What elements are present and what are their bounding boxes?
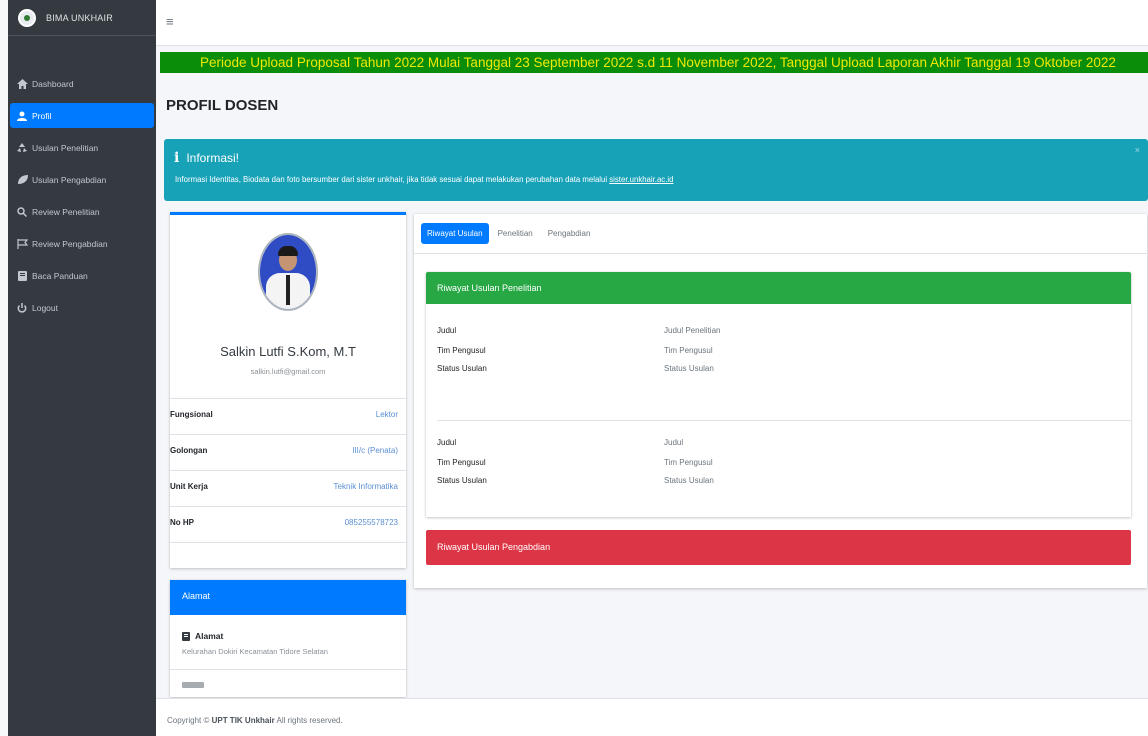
close-icon[interactable]: ×	[1135, 145, 1140, 155]
brand-name: BIMA UNKHAIR	[46, 12, 113, 23]
field-label: Status Usulan	[437, 364, 487, 373]
footer-owner[interactable]: UPT TIK Unkhair	[212, 716, 275, 725]
profile-email: salkin.lutfi@gmail.com	[250, 367, 326, 376]
sidebar-item-logout[interactable]: Logout	[10, 295, 154, 320]
riwayat-tabs-card: Riwayat Usulan Penelitian Pengabdian Riw…	[414, 214, 1147, 588]
home-icon	[16, 78, 28, 90]
profile-card: Salkin Lutfi S.Kom, M.T salkin.lutfi@gma…	[170, 212, 406, 568]
info-icon: i	[174, 150, 180, 166]
field-value: Tim Pengusul	[664, 346, 713, 355]
address-book-icon	[182, 631, 190, 641]
hamburger-menu-icon[interactable]: ≡	[166, 14, 174, 29]
row-label: Golongan	[170, 446, 208, 455]
sidebar-item-review-pengabdian[interactable]: Review Pengabdian	[10, 231, 154, 256]
field-label: Status Usulan	[437, 476, 487, 485]
announcement-marquee: Periode Upload Proposal Tahun 2022 Mulai…	[160, 52, 1148, 73]
sidebar-item-label: Review Penelitian	[32, 206, 100, 217]
callout-header: i Informasi!	[174, 150, 239, 166]
row-value[interactable]: Teknik Informatika	[334, 482, 398, 491]
recycle-icon	[16, 142, 28, 154]
leaf-icon	[16, 174, 28, 186]
power-icon	[16, 302, 28, 314]
alamat-label-text: Alamat	[195, 631, 224, 641]
field-value: Judul	[664, 438, 684, 447]
sidebar-item-label: Dashboard	[32, 78, 74, 89]
field-label: Tim Pengusul	[437, 458, 486, 467]
row-value[interactable]: 085255578723	[345, 518, 398, 527]
callout-body: Informasi Identitas, Biodata dan foto be…	[175, 175, 610, 184]
sidebar-item-usulan-pengabdian[interactable]: Usulan Pengabdian	[10, 167, 154, 192]
sidebar-item-label: Logout	[32, 302, 58, 313]
tab-pengabdian[interactable]: Pengabdian	[542, 223, 597, 244]
page-title: PROFIL DOSEN	[166, 97, 279, 114]
top-navbar: ≡	[156, 0, 1148, 46]
row-label: Unit Kerja	[170, 482, 208, 491]
profile-name: Salkin Lutfi S.Kom, M.T	[220, 344, 356, 359]
sidebar-item-profil[interactable]: Profil	[10, 103, 154, 128]
row-label: No HP	[170, 518, 194, 527]
field-value: Judul Penelitian	[664, 326, 721, 335]
field-value: Status Usulan	[664, 476, 714, 485]
tab-penelitian[interactable]: Penelitian	[492, 223, 539, 244]
search-icon	[16, 206, 28, 218]
info-callout: i Informasi! Informasi Identitas, Biodat…	[164, 139, 1148, 201]
alamat-value: Kelurahan Dokiri Kecamatan Tidore Selata…	[182, 647, 328, 656]
row-value[interactable]: III/c (Penata)	[352, 446, 398, 455]
alamat-card-header: Alamat	[170, 580, 406, 615]
sister-link[interactable]: sister.unkhair.ac.id	[609, 175, 673, 184]
profile-row-unit-kerja: Unit Kerja Teknik Informatika	[170, 470, 406, 500]
riwayat-penelitian-header: Riwayat Usulan Penelitian	[426, 272, 1131, 304]
riwayat-penelitian-card: Riwayat Usulan Penelitian Judul Judul Pe…	[426, 272, 1131, 517]
brand-logo-icon	[18, 8, 36, 27]
alamat-divider	[170, 669, 406, 670]
sidebar-item-baca-panduan[interactable]: Baca Panduan	[10, 263, 154, 288]
profile-row-no-hp: No HP 085255578723	[170, 506, 406, 536]
sidebar: BIMA UNKHAIR Dashboard Profil Usulan Pen…	[8, 0, 156, 736]
tab-bar: Riwayat Usulan Penelitian Pengabdian	[421, 223, 599, 244]
entry-divider	[437, 420, 1131, 421]
profile-row-golongan: Golongan III/c (Penata)	[170, 434, 406, 464]
sidebar-item-label: Usulan Pengabdian	[32, 174, 107, 185]
user-icon	[16, 110, 28, 122]
sidebar-item-dashboard[interactable]: Dashboard	[10, 71, 154, 96]
footer-prefix: Copyright ©	[167, 716, 212, 725]
photo-tie	[286, 275, 290, 305]
riwayat-pengabdian-card[interactable]: Riwayat Usulan Pengabdian	[426, 530, 1131, 565]
footer-suffix: All rights reserved.	[274, 716, 343, 725]
field-label: Judul	[437, 438, 457, 447]
brand-link[interactable]: BIMA UNKHAIR	[8, 0, 156, 36]
row-label: Fungsional	[170, 410, 213, 419]
profile-photo	[258, 233, 318, 311]
photo-hair	[278, 246, 298, 256]
profile-row-fungsional: Fungsional Lektor	[170, 398, 406, 428]
callout-title: Informasi!	[186, 151, 240, 165]
row-value[interactable]: Lektor	[376, 410, 398, 419]
tab-riwayat-usulan[interactable]: Riwayat Usulan	[421, 223, 489, 244]
sidebar-item-label: Review Pengabdian	[32, 238, 108, 249]
footer: Copyright © UPT TIK Unkhair All rights r…	[156, 698, 1148, 736]
field-value: Status Usulan	[664, 364, 714, 373]
page-edge	[0, 0, 8, 736]
field-label: Tim Pengusul	[437, 346, 486, 355]
next-item-cutoff	[182, 682, 204, 688]
sidebar-item-label: Usulan Penelitian	[32, 142, 99, 153]
sidebar-item-review-penelitian[interactable]: Review Penelitian	[10, 199, 154, 224]
field-label: Judul	[437, 326, 457, 335]
alamat-card: Alamat Alamat Kelurahan Dokiri Kecamatan…	[170, 580, 406, 697]
book-icon	[16, 270, 28, 282]
tabs-divider	[414, 253, 1147, 254]
sidebar-item-usulan-penelitian[interactable]: Usulan Penelitian	[10, 135, 154, 160]
alamat-label: Alamat	[182, 631, 223, 641]
callout-text: Informasi Identitas, Biodata dan foto be…	[175, 175, 673, 184]
sidebar-item-label: Baca Panduan	[32, 270, 88, 281]
flag-icon	[16, 238, 28, 250]
sidebar-item-label: Profil	[32, 110, 52, 121]
field-value: Tim Pengusul	[664, 458, 713, 467]
profile-divider	[170, 542, 406, 543]
